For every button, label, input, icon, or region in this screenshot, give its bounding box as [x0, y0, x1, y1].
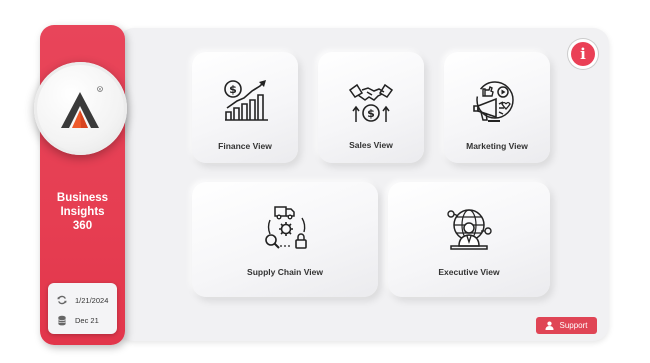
- svg-text:$: $: [229, 83, 237, 96]
- handshake-money-icon: $: [348, 83, 394, 122]
- finance-view-card[interactable]: $ Finance View: [192, 52, 298, 163]
- refresh-row: 1/21/2024: [48, 292, 117, 308]
- support-label: Support: [559, 321, 588, 330]
- data-date: Dec 21: [75, 315, 99, 325]
- logo-icon: R: [61, 86, 103, 128]
- app-canvas: R Business Insights 360 1/21/2024 Dec 21: [0, 0, 650, 363]
- svg-text:R: R: [99, 87, 102, 91]
- brand-line-3: 360: [72, 220, 93, 232]
- finance-view-label: Finance View: [218, 141, 272, 151]
- megaphone-social-icon: [473, 81, 514, 122]
- executive-view-card[interactable]: Executive View: [388, 182, 550, 297]
- support-button[interactable]: Support: [536, 317, 597, 334]
- database-icon: [58, 315, 66, 325]
- refresh-date: 1/21/2024: [75, 295, 109, 305]
- user-icon: [545, 321, 554, 330]
- marketing-view-label: Marketing View: [466, 141, 528, 151]
- company-logo: R: [34, 62, 127, 155]
- finance-growth-icon: $: [224, 80, 268, 121]
- data-status-box: 1/21/2024 Dec 21: [48, 283, 117, 334]
- data-date-row: Dec 21: [48, 312, 117, 328]
- executive-view-label: Executive View: [438, 267, 500, 277]
- supply-chain-cycle-icon: [265, 206, 307, 249]
- marketing-view-card[interactable]: Marketing View: [444, 52, 550, 163]
- svg-text:$: $: [367, 107, 375, 120]
- supply-chain-view-label: Supply Chain View: [247, 267, 323, 277]
- sales-view-label: Sales View: [349, 140, 393, 150]
- refresh-icon: [57, 295, 67, 305]
- executive-globe-icon: [447, 209, 492, 250]
- brand-title: Business Insights 360: [40, 191, 125, 233]
- brand-line-1: Business: [56, 192, 109, 204]
- brand-line-2: Insights: [60, 206, 105, 218]
- supply-chain-view-card[interactable]: Supply Chain View: [192, 182, 378, 297]
- sales-view-card[interactable]: $ Sales View: [318, 52, 424, 163]
- info-button[interactable]: i: [571, 42, 595, 66]
